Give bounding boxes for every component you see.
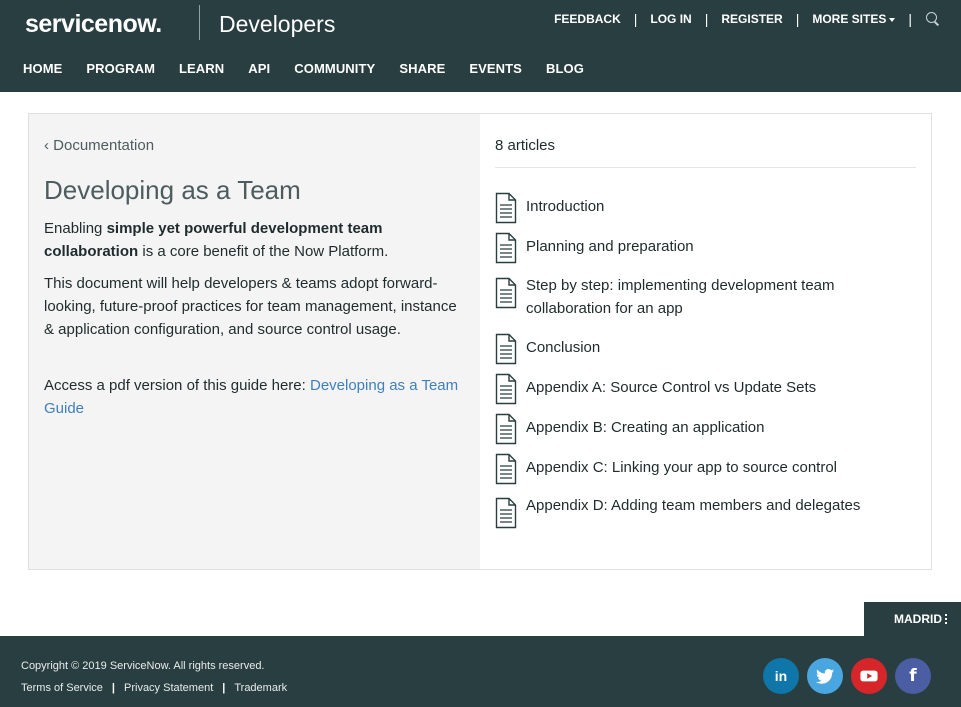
nav-separator: | (633, 11, 638, 27)
main-nav: HOME PROGRAM LEARN API COMMUNITY SHARE E… (23, 61, 608, 76)
article-count: 8 articles (495, 137, 556, 154)
guide-card: ‹ Documentation Developing as a Team Ena… (28, 113, 932, 570)
article-label: Introduction (526, 198, 605, 215)
article-label: Appendix C: Linking your app to source c… (526, 459, 838, 476)
article-label: Conclusion (526, 339, 601, 356)
youtube-play-icon (860, 670, 878, 682)
nav-api[interactable]: API (248, 61, 270, 76)
logo-divider (199, 5, 200, 40)
nav-community[interactable]: COMMUNITY (294, 61, 375, 76)
article-label: Appendix D: Adding team members and dele… (526, 497, 861, 514)
article-item[interactable]: Step by step: implementing development t… (495, 269, 916, 320)
article-index: 8 articles Introduction Planning and pre… (480, 114, 931, 569)
utility-nav: FEEDBACK | LOG IN | REGISTER | MORE SITE… (554, 11, 941, 27)
page-title: Developing as a Team (44, 175, 301, 205)
article-label: Appendix A: Source Control vs Update Set… (526, 379, 817, 396)
nav-separator: | (908, 11, 912, 27)
document-icon (495, 232, 517, 264)
nav-home[interactable]: HOME (23, 61, 62, 76)
breadcrumb-documentation[interactable]: ‹ Documentation (44, 137, 154, 154)
youtube-icon[interactable] (851, 658, 887, 694)
logo-wordmark: servicenow. (25, 9, 162, 38)
article-item[interactable]: Appendix D: Adding team members and dele… (495, 489, 916, 529)
kebab-menu-icon (945, 614, 947, 624)
more-sites-dropdown[interactable]: MORE SITES (812, 12, 896, 26)
nav-program[interactable]: PROGRAM (86, 61, 155, 76)
article-item[interactable]: Appendix A: Source Control vs Update Set… (495, 371, 916, 405)
release-selector[interactable]: MADRID (864, 602, 961, 636)
document-icon (495, 373, 517, 405)
caret-down-icon (889, 17, 896, 22)
document-icon (495, 192, 517, 224)
article-label: Appendix B: Creating an application (526, 419, 765, 436)
footer-separator: | (111, 682, 115, 694)
nav-learn[interactable]: LEARN (179, 61, 224, 76)
nav-blog[interactable]: BLOG (546, 61, 584, 76)
more-sites-label: MORE SITES (812, 12, 887, 26)
linkedin-glyph: in (774, 668, 788, 684)
nav-events[interactable]: EVENTS (469, 61, 522, 76)
facebook-glyph: f (909, 666, 917, 686)
description-paragraph: This document will help developers & tea… (44, 275, 457, 338)
feedback-link[interactable]: FEEDBACK (554, 12, 621, 26)
nav-share[interactable]: SHARE (399, 61, 445, 76)
intro-prefix: Enabling (44, 220, 107, 237)
pdf-paragraph: Access a pdf version of this guide here:… (44, 374, 464, 420)
twitter-icon[interactable] (807, 658, 843, 694)
terms-of-service-link[interactable]: Terms of Service (21, 682, 103, 694)
divider (495, 167, 916, 168)
register-link[interactable]: REGISTER (721, 12, 782, 26)
article-item[interactable]: Appendix C: Linking your app to source c… (495, 451, 916, 485)
intro-suffix: is a core benefit of the Now Platform. (138, 243, 389, 260)
footer-separator: | (222, 682, 226, 694)
release-label: MADRID (894, 612, 942, 626)
article-label: Step by step: implementing development t… (526, 277, 835, 317)
site-footer: Copyright © 2019 ServiceNow. All rights … (0, 636, 961, 707)
intro-paragraph: Enabling simple yet powerful development… (44, 217, 464, 263)
guide-overview: ‹ Documentation Developing as a Team Ena… (29, 114, 480, 569)
pdf-prefix: Access a pdf version of this guide here: (44, 377, 310, 394)
article-label: Planning and preparation (526, 238, 694, 255)
document-icon (495, 453, 517, 485)
article-item[interactable]: Conclusion (495, 331, 916, 365)
servicenow-logo[interactable]: servicenow. (25, 6, 162, 42)
nav-separator: | (704, 11, 709, 27)
document-icon (495, 413, 517, 445)
site-header: servicenow. Developers FEEDBACK | LOG IN… (0, 0, 961, 92)
privacy-statement-link[interactable]: Privacy Statement (124, 682, 213, 694)
document-icon (495, 277, 517, 309)
search-icon[interactable] (925, 11, 941, 27)
linkedin-icon[interactable]: in (763, 658, 799, 694)
document-icon (495, 497, 517, 529)
article-item[interactable]: Planning and preparation (495, 230, 916, 264)
login-link[interactable]: LOG IN (650, 12, 691, 26)
facebook-icon[interactable]: f (895, 658, 931, 694)
copyright-text: Copyright © 2019 ServiceNow. All rights … (21, 660, 265, 672)
nav-separator: | (795, 11, 800, 27)
site-name[interactable]: Developers (219, 11, 335, 38)
document-icon (495, 333, 517, 365)
article-item[interactable]: Introduction (495, 190, 916, 224)
footer-links: Terms of Service | Privacy Statement | T… (21, 682, 287, 694)
trademark-link[interactable]: Trademark (234, 682, 287, 694)
article-item[interactable]: Appendix B: Creating an application (495, 411, 916, 445)
twitter-bird-icon (816, 668, 834, 684)
